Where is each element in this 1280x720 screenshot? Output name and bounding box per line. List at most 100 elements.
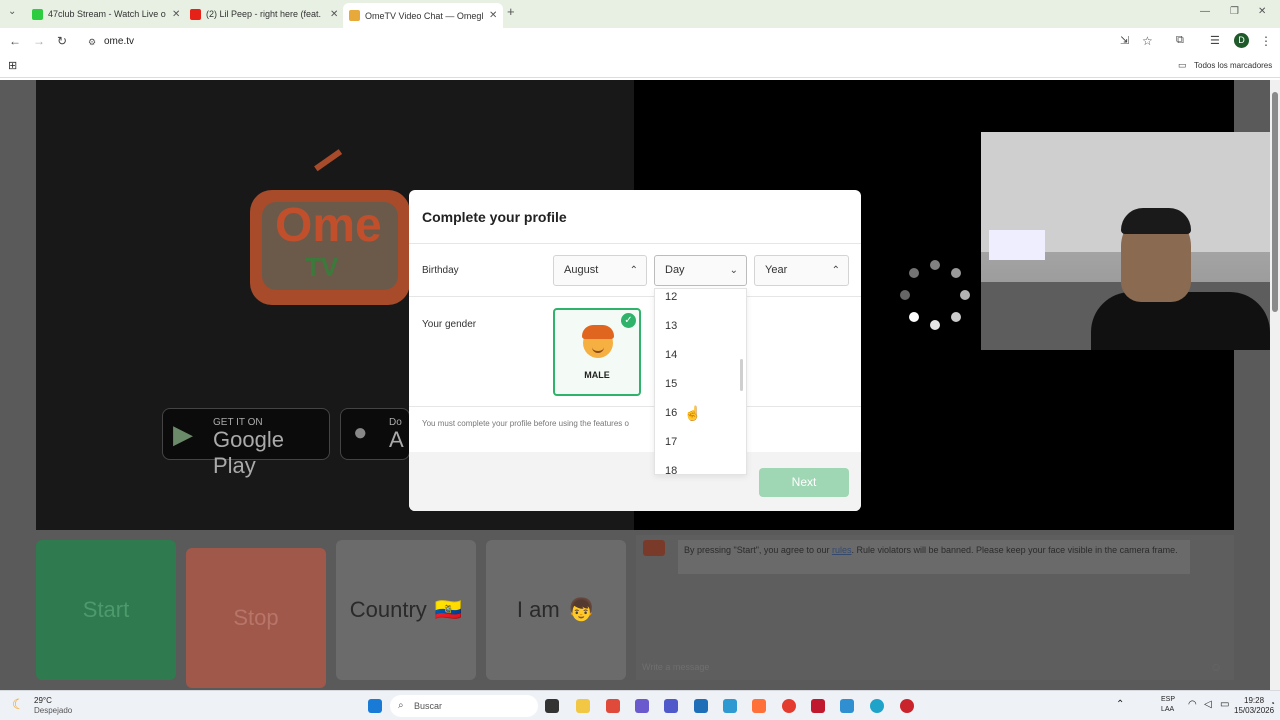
day-value: Day bbox=[665, 264, 685, 276]
apps-grid-icon[interactable]: ⊞ bbox=[8, 59, 17, 72]
country-label: Country bbox=[349, 597, 427, 622]
start-button[interactable]: Start bbox=[36, 540, 176, 680]
page-scrollbar[interactable] bbox=[1270, 80, 1280, 690]
file-explorer-icon[interactable] bbox=[576, 699, 590, 713]
lang-top[interactable]: ESP bbox=[1161, 696, 1175, 703]
bookmarks-folder-icon: ▭ bbox=[1178, 60, 1187, 70]
close-tab-icon[interactable]: ✕ bbox=[489, 10, 497, 21]
bookmark-star-icon[interactable]: ☆ bbox=[1142, 34, 1153, 48]
tab-47club[interactable]: 47club Stream - Watch Live on K ✕ bbox=[26, 4, 186, 24]
profile-avatar[interactable]: D bbox=[1234, 33, 1249, 48]
tab-title: OmeTV Video Chat — Omegle bbox=[365, 10, 483, 21]
divider bbox=[409, 296, 861, 297]
all-bookmarks-link[interactable]: Todos los marcadores bbox=[1194, 61, 1272, 70]
day-option[interactable]: 17 bbox=[665, 436, 677, 448]
app-icon-4[interactable] bbox=[840, 699, 854, 713]
maximize-icon[interactable]: ❐ bbox=[1230, 6, 1239, 17]
copilot-icon[interactable] bbox=[635, 699, 649, 713]
tab-youtube[interactable]: (2) Lil Peep - right here (feat. H ✕ bbox=[184, 4, 344, 24]
year-select[interactable]: Year ⌃ bbox=[754, 255, 849, 286]
logo-tv-text: TV bbox=[305, 252, 339, 282]
chevron-down-icon: ⌄ bbox=[729, 265, 738, 276]
tab-title: 47club Stream - Watch Live on K bbox=[48, 9, 166, 19]
day-option[interactable]: 18 bbox=[665, 465, 677, 474]
ometv-chat-avatar-icon bbox=[643, 540, 665, 556]
store-icon[interactable] bbox=[694, 699, 708, 713]
volume-icon[interactable]: ◁ bbox=[1204, 699, 1212, 710]
loading-spinner-icon bbox=[900, 260, 970, 330]
google-play-badge[interactable]: ▶ GET IT ON Google Play bbox=[162, 408, 330, 478]
scroll-thumb[interactable] bbox=[1272, 92, 1278, 312]
close-tab-icon[interactable]: ✕ bbox=[172, 9, 180, 20]
day-option[interactable]: 14 bbox=[665, 349, 677, 361]
birthday-label: Birthday bbox=[422, 265, 459, 276]
stop-button[interactable]: Stop bbox=[186, 548, 326, 688]
close-window-icon[interactable]: ✕ bbox=[1258, 6, 1266, 17]
weather-desc: Despejado bbox=[34, 706, 73, 715]
close-tab-icon[interactable]: ✕ bbox=[330, 9, 338, 20]
battery-icon[interactable]: ▭ bbox=[1220, 699, 1229, 710]
tray-overflow-icon[interactable]: ⌃ bbox=[1116, 699, 1124, 710]
browser-tab-bar: ⌄ 47club Stream - Watch Live on K ✕ (2) … bbox=[0, 0, 1280, 28]
app-icon-3[interactable] bbox=[811, 699, 825, 713]
weather-moon-icon: ☾ bbox=[12, 696, 25, 712]
app-icon-1[interactable] bbox=[606, 699, 620, 713]
weather-temp[interactable]: 29°C bbox=[34, 696, 52, 705]
country-filter-button[interactable]: Country 🇪🇨 bbox=[336, 540, 476, 680]
day-option[interactable]: 13 bbox=[665, 320, 677, 332]
new-tab-icon[interactable]: + bbox=[507, 4, 515, 19]
clock-time[interactable]: 19:28 bbox=[1244, 696, 1264, 705]
clock-date: 15/03/2026 bbox=[1234, 706, 1275, 715]
dropdown-scrollbar[interactable] bbox=[740, 359, 743, 391]
site-info-icon[interactable]: ⚙ bbox=[88, 32, 96, 52]
install-app-icon[interactable]: ⇲ bbox=[1120, 34, 1129, 47]
task-view-icon[interactable] bbox=[545, 699, 559, 713]
gender-filter-button[interactable]: I am 👦 bbox=[486, 540, 626, 680]
reload-icon[interactable]: ↻ bbox=[57, 34, 67, 48]
app-icon-5[interactable] bbox=[900, 699, 914, 713]
app-icon-2[interactable] bbox=[723, 699, 737, 713]
url-field[interactable]: ⚙ ome.tv bbox=[84, 32, 1114, 52]
teams-icon[interactable] bbox=[664, 699, 678, 713]
menu-kebab-icon[interactable]: ⋮ bbox=[1260, 34, 1272, 48]
divider bbox=[409, 243, 861, 244]
app-store-badge[interactable]: ● Do A bbox=[340, 408, 410, 460]
lang-bottom: LAA bbox=[1161, 706, 1175, 713]
checkmark-icon: ✓ bbox=[621, 313, 636, 328]
logo-ome-text: Ome bbox=[275, 199, 382, 252]
tab-search-chevron-icon[interactable]: ⌄ bbox=[8, 6, 16, 17]
day-select[interactable]: Day ⌄ bbox=[654, 255, 747, 286]
emoji-picker-icon[interactable]: ☺ bbox=[1210, 660, 1222, 674]
day-option[interactable]: 15 bbox=[665, 378, 677, 390]
edge-icon[interactable] bbox=[870, 699, 884, 713]
next-button[interactable]: Next bbox=[759, 468, 849, 497]
wifi-icon[interactable]: ◠ bbox=[1188, 699, 1197, 710]
chrome-icon[interactable] bbox=[782, 699, 796, 713]
day-dropdown-list[interactable]: 12 13 14 15 16 17 18 bbox=[654, 288, 747, 475]
apple-icon: ● bbox=[353, 419, 368, 446]
extensions-icon[interactable]: ⧉ bbox=[1176, 34, 1184, 47]
reading-list-icon[interactable]: ☰ bbox=[1210, 34, 1220, 47]
male-label: MALE bbox=[584, 370, 610, 380]
windows-start-icon[interactable] bbox=[368, 699, 382, 713]
chat-input[interactable]: Write a message bbox=[642, 662, 709, 672]
month-select[interactable]: August ⌃ bbox=[553, 255, 647, 286]
notifications-icon[interactable]: ◔ bbox=[1270, 699, 1275, 708]
minimize-icon[interactable]: — bbox=[1200, 6, 1210, 17]
windows-taskbar: ☾ 29°C Despejado ⌕ Buscar ⌃ ESP LAA ◠ ◁ … bbox=[0, 690, 1280, 720]
firefox-icon[interactable] bbox=[752, 699, 766, 713]
gender-male-option[interactable]: MALE ✓ bbox=[553, 308, 641, 396]
forward-icon[interactable]: → bbox=[33, 34, 45, 48]
chevron-up-icon: ⌃ bbox=[629, 265, 638, 276]
male-avatar-icon bbox=[582, 325, 614, 358]
day-option[interactable]: 12 bbox=[665, 291, 677, 303]
taskbar-search[interactable]: ⌕ Buscar bbox=[390, 695, 538, 717]
day-option[interactable]: 16 bbox=[665, 407, 677, 419]
hand-cursor-icon: ☝ bbox=[684, 405, 702, 421]
bookmarks-bar: ⊞ ▭ Todos los marcadores bbox=[0, 56, 1280, 78]
boy-emoji-icon: 👦 bbox=[567, 597, 596, 622]
iam-label: I am bbox=[516, 597, 560, 622]
back-icon[interactable]: ← bbox=[9, 34, 21, 48]
tab-ometv[interactable]: OmeTV Video Chat — Omegle ✕ bbox=[343, 3, 504, 28]
rules-link[interactable]: rules bbox=[832, 545, 852, 555]
